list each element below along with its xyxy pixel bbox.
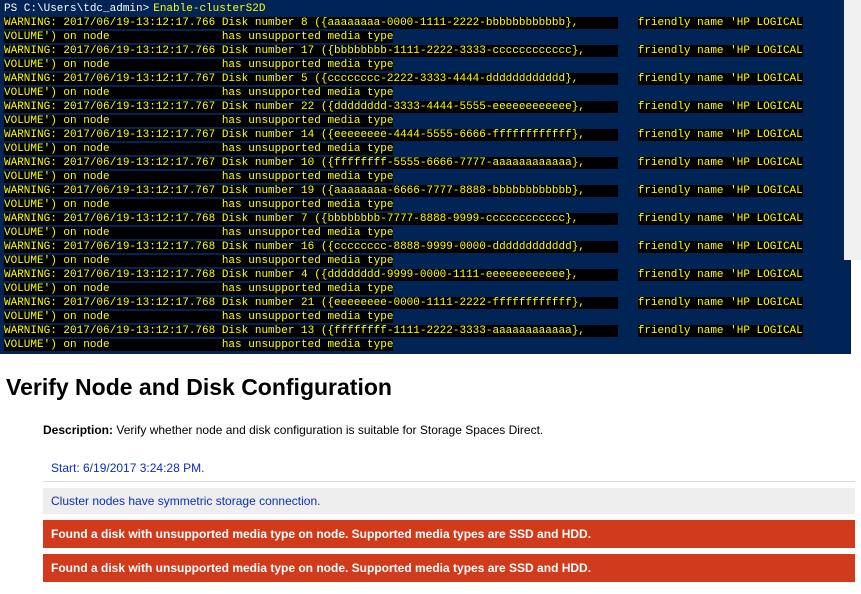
warning-line: VOLUME') on node has unsupported media t…: [4, 142, 847, 156]
warning-line: VOLUME') on node has unsupported media t…: [4, 338, 847, 352]
warning-line: VOLUME') on node has unsupported media t…: [4, 86, 847, 100]
warning-line: VOLUME') on node has unsupported media t…: [4, 30, 847, 44]
warning-line: VOLUME') on node has unsupported media t…: [4, 282, 847, 296]
prompt-command: Enable-clusterS2D: [153, 2, 265, 16]
description-row: Description: Verify whether node and dis…: [43, 423, 855, 437]
warning-line: VOLUME') on node has unsupported media t…: [4, 226, 847, 240]
powershell-terminal: PS C:\Users\tdc_admin> Enable-clusterS2D…: [0, 0, 851, 354]
warning-line: VOLUME') on node has unsupported media t…: [4, 198, 847, 212]
warning-line: WARNING: 2017/06/19-13:12:17.766 Disk nu…: [4, 44, 847, 58]
connection-row: Cluster nodes have symmetric storage con…: [43, 488, 855, 514]
warning-line: WARNING: 2017/06/19-13:12:17.768 Disk nu…: [4, 240, 847, 254]
warning-line: WARNING: 2017/06/19-13:12:17.768 Disk nu…: [4, 212, 847, 226]
prompt-line: PS C:\Users\tdc_admin> Enable-clusterS2D: [4, 2, 847, 16]
terminal-output: WARNING: 2017/06/19-13:12:17.766 Disk nu…: [4, 16, 847, 352]
warning-line: WARNING: 2017/06/19-13:12:17.767 Disk nu…: [4, 72, 847, 86]
warning-line: WARNING: 2017/06/19-13:12:17.767 Disk nu…: [4, 156, 847, 170]
warning-line: VOLUME') on node has unsupported media t…: [4, 310, 847, 324]
warning-line: VOLUME') on node has unsupported media t…: [4, 114, 847, 128]
warning-line: WARNING: 2017/06/19-13:12:17.767 Disk nu…: [4, 128, 847, 142]
warning-line: WARNING: 2017/06/19-13:12:17.768 Disk nu…: [4, 324, 847, 338]
section-body: Description: Verify whether node and dis…: [6, 423, 855, 582]
warning-line: WARNING: 2017/06/19-13:12:17.768 Disk nu…: [4, 268, 847, 282]
warning-line: VOLUME') on node has unsupported media t…: [4, 170, 847, 184]
section-heading: Verify Node and Disk Configuration: [6, 374, 855, 401]
warning-line: WARNING: 2017/06/19-13:12:17.767 Disk nu…: [4, 100, 847, 114]
warning-line: WARNING: 2017/06/19-13:12:17.768 Disk nu…: [4, 296, 847, 310]
error-row: Found a disk with unsupported media type…: [43, 554, 855, 582]
warning-line: VOLUME') on node has unsupported media t…: [4, 254, 847, 268]
verify-section: Verify Node and Disk Configuration Descr…: [0, 354, 861, 594]
warning-line: WARNING: 2017/06/19-13:12:17.766 Disk nu…: [4, 16, 847, 30]
description-label: Description:: [43, 423, 113, 437]
vertical-scrollbar[interactable]: [844, 0, 861, 260]
description-text: Verify whether node and disk configurati…: [116, 423, 543, 437]
warning-line: VOLUME') on node has unsupported media t…: [4, 58, 847, 72]
error-row: Found a disk with unsupported media type…: [43, 520, 855, 548]
start-row: Start: 6/19/2017 3:24:28 PM.: [43, 455, 855, 482]
warning-line: WARNING: 2017/06/19-13:12:17.767 Disk nu…: [4, 184, 847, 198]
prompt-path: PS C:\Users\tdc_admin>: [4, 2, 149, 16]
